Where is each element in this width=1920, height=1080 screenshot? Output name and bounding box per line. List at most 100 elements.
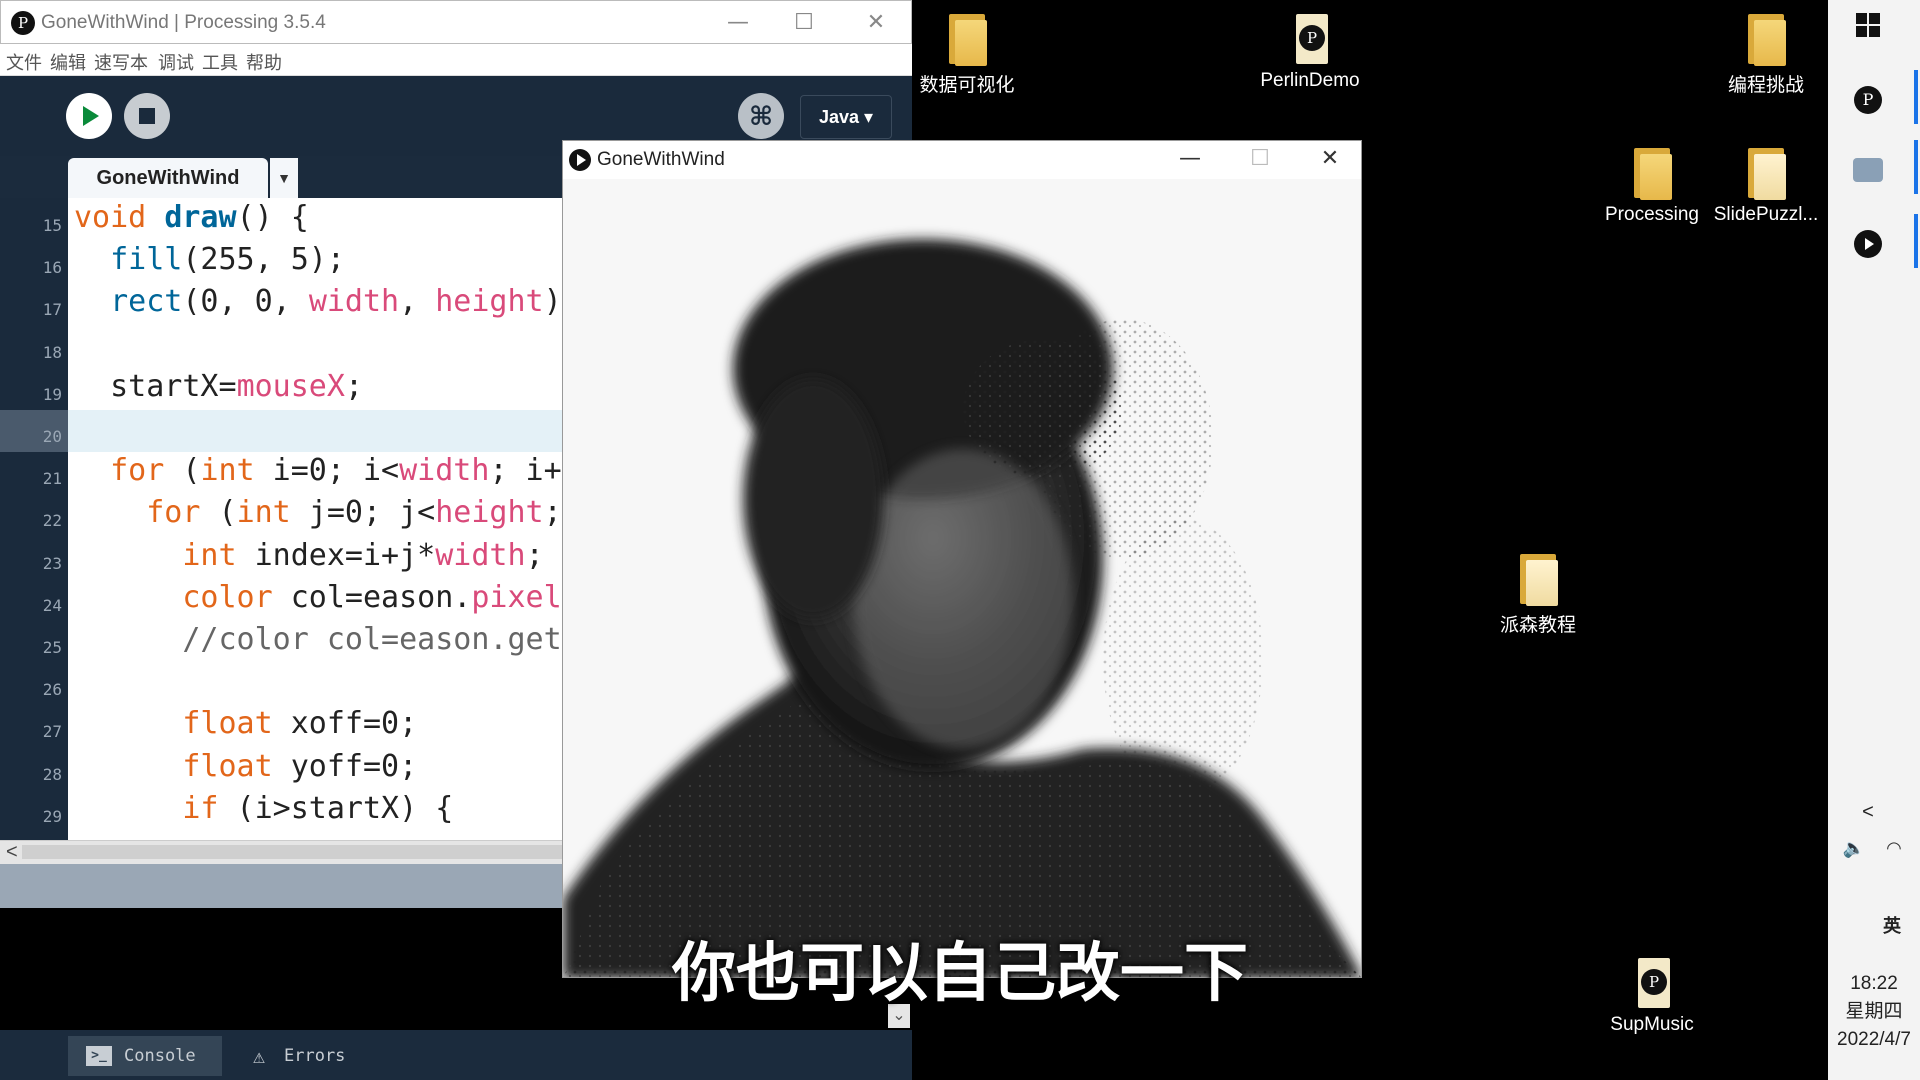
menu-edit[interactable]: 编辑	[50, 49, 86, 75]
desktop-icon-label: SupMusic	[1610, 1014, 1694, 1035]
line-number: 27	[42, 722, 62, 742]
line-number: 22	[42, 511, 62, 531]
tab-dropdown-icon[interactable]: ▼	[268, 158, 298, 198]
desktop-icon-label: 编程挑战	[1727, 75, 1804, 96]
desktop-icon-label: Processing	[1605, 204, 1699, 225]
maximize-icon[interactable]: ☐	[1237, 143, 1283, 175]
clock-date: 2022/4/7	[1837, 1029, 1911, 1050]
scroll-left-icon[interactable]: <	[6, 841, 18, 863]
folder-icon	[1518, 552, 1558, 606]
line-number: 17	[42, 300, 62, 320]
sketch-play-icon	[569, 149, 591, 171]
close-icon[interactable]: ✕	[853, 7, 899, 39]
ide-window-title: GoneWithWind | Processing 3.5.4	[41, 12, 326, 33]
menu-sketch[interactable]: 速写本	[94, 49, 148, 75]
processing-file-icon: P	[1632, 956, 1672, 1010]
maximize-icon[interactable]: ☐	[781, 7, 827, 39]
active-indicator	[1914, 140, 1918, 194]
folder-icon	[947, 12, 987, 66]
code-line[interactable]: fill(255, 5);	[74, 242, 345, 277]
line-number: 25	[42, 638, 62, 657]
code-line[interactable]: if (i>startX) {	[74, 791, 453, 826]
processing-taskbar-icon[interactable]: P	[1848, 80, 1888, 120]
taskbar: P < 🔈 ◠ 英 18:22 星期四 2022/4/7	[1828, 0, 1920, 1080]
menu-file[interactable]: 文件	[6, 49, 42, 75]
line-number: 20	[42, 427, 62, 446]
scrollbar-thumb[interactable]	[22, 845, 562, 859]
line-number: 21	[42, 469, 62, 489]
screen: P GoneWithWind | Processing 3.5.4 — ☐ ✕ …	[0, 0, 1920, 1080]
line-number: 15	[42, 216, 62, 235]
windows-start-icon[interactable]	[1848, 12, 1888, 52]
line-number: 26	[42, 680, 62, 700]
sketch-canvas[interactable]	[563, 179, 1362, 978]
clock-time: 18:22	[1850, 973, 1898, 994]
terminal-icon: >_	[86, 1046, 112, 1066]
active-indicator	[1914, 214, 1918, 268]
tab-console[interactable]: >_ Console	[68, 1036, 222, 1076]
processing-file-icon: P	[1290, 12, 1330, 66]
chevron-left-icon[interactable]: <	[1848, 792, 1888, 832]
sketch-taskbar-icon[interactable]	[1848, 224, 1888, 264]
line-number: 16	[42, 258, 62, 278]
desktop-icon-slidepuzzle[interactable]: SlidePuzzl...	[1711, 146, 1821, 226]
line-number: 23	[42, 553, 62, 573]
wifi-icon[interactable]: ◠	[1874, 828, 1914, 868]
sketch-window: GoneWithWind — ☐ ✕	[562, 140, 1362, 978]
line-number: 18	[42, 342, 62, 362]
desktop-icon-label: 派森教程	[1499, 615, 1576, 636]
desktop-icon-label: 数据可视化	[919, 75, 1015, 96]
ime-indicator[interactable]: 英	[1872, 906, 1912, 946]
code-line[interactable]: //color col=eason.get	[74, 622, 561, 657]
stop-button[interactable]	[124, 93, 170, 139]
code-line[interactable]: startX=mouseX;	[74, 369, 363, 404]
particle-portrait	[563, 239, 1361, 977]
stop-icon	[139, 108, 155, 124]
code-line[interactable]: for (int i=0; i<width; i+	[74, 453, 562, 488]
menu-tools[interactable]: 工具	[202, 49, 238, 75]
desktop-icon-data-viz[interactable]: 数据可视化	[912, 12, 1022, 97]
code-line[interactable]: float yoff=0;	[74, 749, 417, 784]
desktop-icon-label: PerlinDemo	[1260, 70, 1360, 91]
run-button[interactable]	[66, 93, 112, 139]
warning-icon: ⚠	[252, 1044, 266, 1068]
minimize-icon[interactable]: —	[1167, 143, 1213, 175]
desktop-icon-supmusic[interactable]: P SupMusic	[1597, 956, 1707, 1036]
clock-weekday: 星期四	[1845, 1001, 1903, 1022]
menu-debug[interactable]: 调试	[158, 49, 194, 75]
desktop-icon-perlindemo[interactable]: P PerlinDemo	[1255, 12, 1365, 92]
minimize-icon[interactable]: —	[715, 7, 761, 39]
code-line[interactable]: color col=eason.pixel	[74, 580, 561, 615]
ide-menubar: 文件 编辑 速写本 调试 工具 帮助	[0, 44, 912, 76]
tab-gonewithwind[interactable]: GoneWithWind	[68, 158, 268, 198]
sketch-window-title: GoneWithWind	[597, 149, 725, 170]
folder-icon	[1632, 146, 1672, 200]
tab-errors[interactable]: ⚠ Errors	[228, 1036, 368, 1076]
desktop-icon-coding-challenge[interactable]: 编程挑战	[1711, 12, 1821, 97]
line-number: 29	[42, 806, 62, 826]
mode-selector[interactable]: Java ▾	[800, 95, 892, 139]
code-line[interactable]: float xoff=0;	[74, 706, 417, 741]
line-number: 19	[42, 384, 62, 404]
folder-icon	[1746, 12, 1786, 66]
debugger-icon[interactable]: ⌘	[738, 93, 784, 139]
line-number: 24	[42, 595, 62, 615]
ide-titlebar[interactable]: P GoneWithWind | Processing 3.5.4 — ☐ ✕	[0, 0, 912, 44]
camera-app-icon[interactable]	[1848, 150, 1888, 190]
sketch-titlebar[interactable]: GoneWithWind — ☐ ✕	[563, 141, 1361, 179]
desktop-icon-python-tutorial[interactable]: 派森教程	[1483, 552, 1593, 637]
code-line[interactable]: int index=i+j*width;	[74, 538, 543, 573]
play-icon	[83, 106, 99, 126]
line-number: 28	[42, 764, 62, 784]
tab-errors-label: Errors	[284, 1046, 346, 1066]
taskbar-clock[interactable]: 18:22 星期四 2022/4/7	[1828, 970, 1920, 1054]
code-line[interactable]: rect(0, 0, width, height)	[74, 284, 562, 319]
code-line[interactable]: void draw() {	[74, 200, 309, 235]
menu-help[interactable]: 帮助	[246, 49, 282, 75]
close-icon[interactable]: ✕	[1307, 143, 1353, 175]
desktop-icon-label: SlidePuzzl...	[1713, 204, 1819, 225]
desktop-icon-processing[interactable]: Processing	[1597, 146, 1707, 226]
folder-icon	[1746, 146, 1786, 200]
code-line[interactable]: for (int j=0; j<height;	[74, 495, 561, 530]
volume-icon[interactable]: 🔈	[1834, 828, 1874, 868]
